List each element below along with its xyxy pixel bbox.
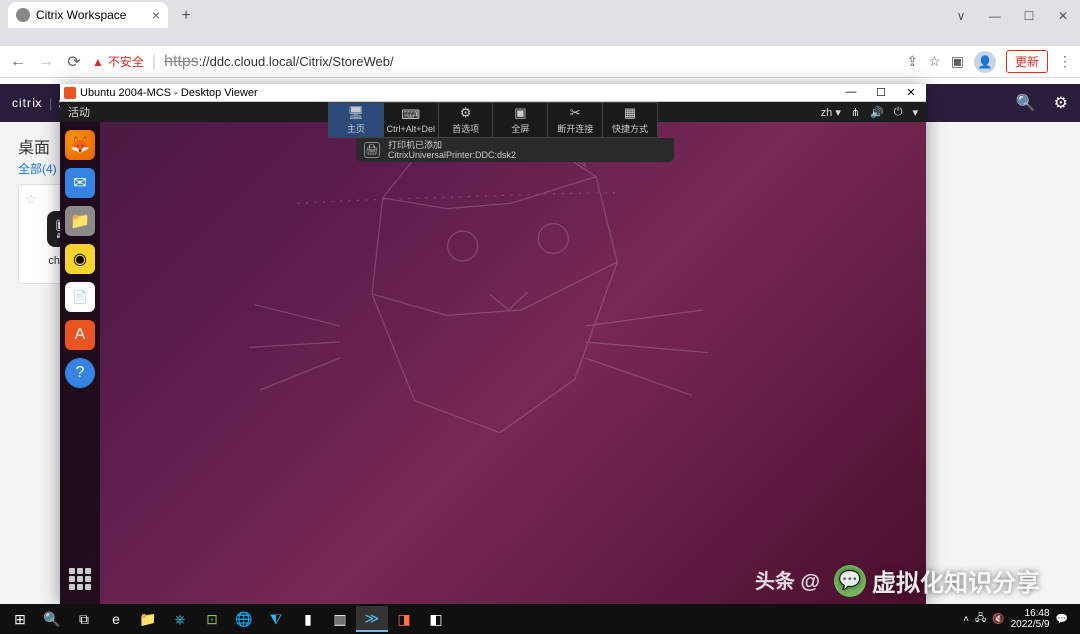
- taskbar-clock[interactable]: 16:48 2022/5/9: [1011, 608, 1050, 630]
- volume-icon[interactable]: 🔊: [870, 106, 884, 119]
- page-title: 桌面: [18, 134, 50, 158]
- profile-avatar[interactable]: 👤: [974, 51, 996, 73]
- browser-chrome: Citrix Workspace × + ∨ — ☐ ✕: [0, 0, 1080, 46]
- new-tab-button[interactable]: +: [174, 4, 198, 28]
- tab-favicon-icon: [16, 8, 30, 22]
- dock-rhythmbox[interactable]: ◉: [65, 244, 95, 274]
- printer-notification[interactable]: 🖨 打印机已添加 CitrixUniversalPrinter:DDC:dsk2: [356, 138, 674, 162]
- terminal-icon[interactable]: ▮: [292, 606, 324, 632]
- app4-icon[interactable]: ◧: [420, 606, 452, 632]
- ubuntu-dock: 🦊 ✉ 📁 ◉ 📄 A ?: [60, 122, 100, 604]
- search-icon[interactable]: 🔍: [1016, 93, 1036, 113]
- ubuntu-desktop[interactable]: [60, 122, 926, 604]
- power-icon[interactable]: ⏻: [894, 106, 903, 119]
- dock-help[interactable]: ?: [65, 358, 95, 388]
- taskview-button[interactable]: ⧉: [68, 606, 100, 632]
- dock-files[interactable]: 📁: [65, 206, 95, 236]
- viewer-minimize-button[interactable]: —: [836, 86, 866, 99]
- grid-icon: ▦: [624, 105, 636, 121]
- vscode-icon[interactable]: ⧨: [260, 606, 292, 632]
- fullscreen-icon: ▣: [514, 105, 526, 121]
- tab-title: Citrix Workspace: [36, 8, 126, 22]
- notifications-icon[interactable]: 💬: [1056, 614, 1068, 625]
- tab-strip: Citrix Workspace × + ∨ — ☐ ✕: [0, 0, 1080, 28]
- reload-button[interactable]: ⟳: [64, 52, 84, 72]
- chrome-icon[interactable]: 🌐: [228, 606, 260, 632]
- tray-network-icon[interactable]: 🖧: [975, 611, 986, 628]
- viewer-maximize-button[interactable]: ☐: [866, 86, 896, 99]
- toolbar-fullscreen-button[interactable]: ▣ 全屏: [493, 103, 548, 137]
- powershell-icon[interactable]: ≫: [356, 606, 388, 632]
- viewer-toolbar: 🖥 主页 ⌨ Ctrl+Alt+Del ⚙ 首选项 ▣ 全屏 ✂ 断开连接 ▦ …: [328, 102, 658, 138]
- security-indicator[interactable]: ▲ 不安全: [92, 53, 144, 70]
- notif-title: 打印机已添加: [388, 141, 516, 150]
- explorer-icon[interactable]: 📁: [132, 606, 164, 632]
- warning-icon: ▲: [92, 55, 104, 69]
- viewer-close-button[interactable]: ✕: [896, 86, 926, 99]
- address-bar: ← → ⟳ ▲ 不安全 | https://ddc.cloud.local/Ci…: [0, 46, 1080, 78]
- gear-icon[interactable]: ⚙: [1054, 93, 1068, 113]
- watermark-text: 虚拟化知识分享: [872, 563, 1040, 598]
- tray-up-icon[interactable]: ˄: [963, 614, 969, 625]
- close-button[interactable]: ✕: [1046, 4, 1080, 28]
- xen-icon[interactable]: ⊡: [196, 606, 228, 632]
- share-icon[interactable]: ⇪: [906, 53, 918, 70]
- monitor-icon: 🖥: [348, 105, 365, 121]
- window-controls: ∨ — ☐ ✕: [944, 4, 1080, 28]
- wallpaper-fossa-icon: [220, 122, 780, 582]
- browser-tab[interactable]: Citrix Workspace ×: [8, 2, 168, 28]
- disconnect-icon: ✂: [570, 105, 581, 121]
- network-icon[interactable]: ⋔: [851, 106, 860, 119]
- url-display[interactable]: https://ddc.cloud.local/Citrix/StoreWeb/: [164, 53, 394, 71]
- maximize-button[interactable]: ☐: [1012, 4, 1046, 28]
- extensions-icon[interactable]: ▣: [951, 53, 964, 70]
- chrome-menu-icon[interactable]: ∨: [944, 4, 978, 28]
- kebab-menu-icon[interactable]: ⋮: [1058, 53, 1072, 70]
- start-button[interactable]: ⊞: [4, 606, 36, 632]
- desktop-viewer-window: Ubuntu 2004-MCS - Desktop Viewer — ☐ ✕ 活…: [60, 84, 926, 604]
- back-button[interactable]: ←: [8, 53, 28, 71]
- ubuntu-icon: [64, 87, 76, 99]
- forward-button[interactable]: →: [36, 53, 56, 71]
- wechat-icon: 💬: [834, 565, 866, 597]
- search-button[interactable]: 🔍: [36, 606, 68, 632]
- tray-volume-icon[interactable]: 🔇: [992, 614, 1004, 625]
- favorite-star-icon[interactable]: ☆: [25, 191, 38, 208]
- tab-close-icon[interactable]: ×: [152, 7, 160, 23]
- app2-icon[interactable]: ▥: [324, 606, 356, 632]
- toolbar-disconnect-button[interactable]: ✂ 断开连接: [548, 103, 603, 137]
- security-label: 不安全: [108, 53, 144, 70]
- app3-icon[interactable]: ◨: [388, 606, 420, 632]
- input-method[interactable]: zh ▾: [821, 106, 841, 119]
- minimize-button[interactable]: —: [978, 4, 1012, 28]
- activities-button[interactable]: 活动: [68, 104, 90, 120]
- windows-taskbar: ⊞ 🔍 ⧉ e 📁 ⎈ ⊡ 🌐 ⧨ ▮ ▥ ≫ ◨ ◧ ˄ 🖧 🔇 16:48 …: [0, 604, 1080, 634]
- watermark-prefix: 头条 @: [755, 565, 820, 594]
- toolbar-cad-button[interactable]: ⌨ Ctrl+Alt+Del: [384, 103, 439, 137]
- citrix-workspace-page: citrⅸ | Sto 🔍 ⚙ 桌面 全部(4) ☆ 🖥 cheny Ubunt…: [0, 84, 1080, 604]
- show-applications-button[interactable]: [65, 564, 95, 594]
- dock-libreoffice[interactable]: 📄: [65, 282, 95, 312]
- viewer-title: Ubuntu 2004-MCS - Desktop Viewer: [80, 87, 258, 99]
- toolbar-shortcuts-button[interactable]: ▦ 快捷方式: [603, 103, 657, 137]
- printer-icon: 🖨: [364, 142, 380, 158]
- gears-icon: ⚙: [460, 105, 472, 121]
- update-button[interactable]: 更新: [1006, 50, 1048, 73]
- dock-firefox[interactable]: 🦊: [65, 130, 95, 160]
- keyboard-icon: ⌨: [401, 107, 420, 123]
- app-icon[interactable]: ⎈: [164, 606, 196, 632]
- toolbar-home-button[interactable]: 🖥 主页: [329, 103, 384, 137]
- viewer-titlebar[interactable]: Ubuntu 2004-MCS - Desktop Viewer — ☐ ✕: [60, 84, 926, 102]
- filter-all[interactable]: 全部(4): [18, 160, 57, 177]
- bookmark-icon[interactable]: ☆: [928, 53, 941, 70]
- dock-software[interactable]: A: [65, 320, 95, 350]
- chevron-down-icon[interactable]: ▾: [912, 106, 918, 119]
- citrix-logo: citrⅸ: [12, 96, 43, 110]
- notif-body: CitrixUniversalPrinter:DDC:dsk2: [388, 151, 516, 160]
- dock-thunderbird[interactable]: ✉: [65, 168, 95, 198]
- ie-icon[interactable]: e: [100, 606, 132, 632]
- watermark: 💬 虚拟化知识分享: [834, 563, 1040, 598]
- toolbar-prefs-button[interactable]: ⚙ 首选项: [439, 103, 494, 137]
